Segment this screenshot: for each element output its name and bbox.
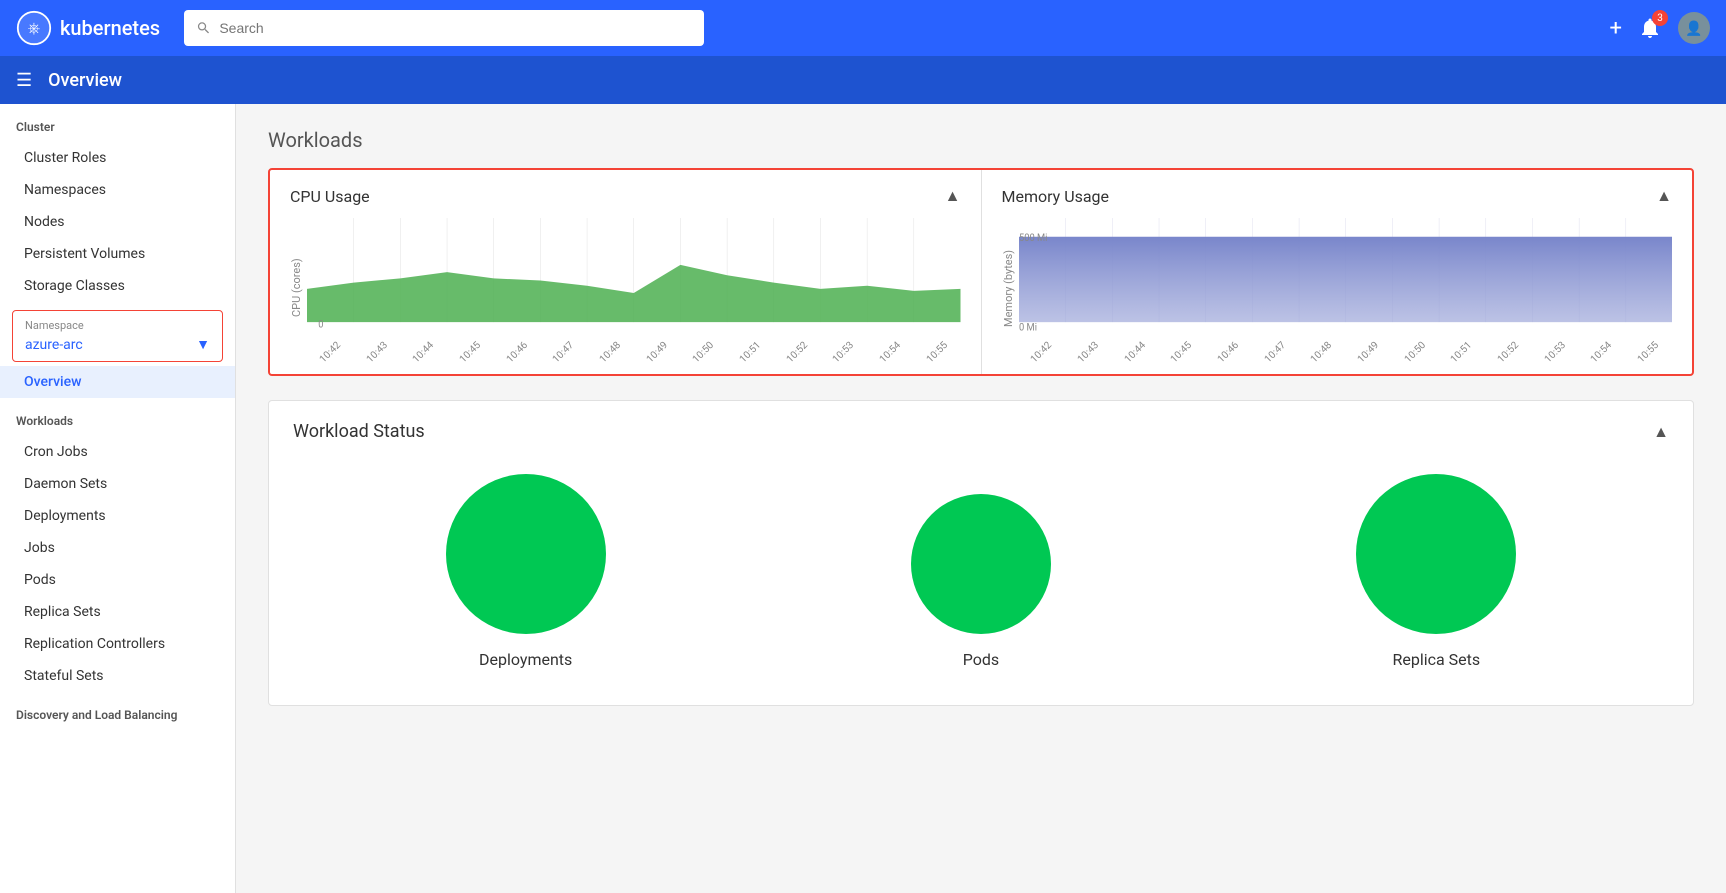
sidebar-item-cluster-roles[interactable]: Cluster Roles [0,142,235,174]
namespace-value[interactable]: azure-arc ▼ [25,336,210,353]
sidebar-item-cron-jobs[interactable]: Cron Jobs [0,436,235,468]
svg-text:👤: 👤 [1685,20,1702,37]
workload-status-title: Workload Status [293,421,425,442]
sidebar-item-stateful-sets[interactable]: Stateful Sets [0,660,235,692]
namespace-label: Namespace [25,319,210,332]
sidebar: Cluster Cluster Roles Namespaces Nodes P… [0,104,236,893]
deployments-label: Deployments [479,650,572,669]
cpu-chart-area: CPU (cores) [290,218,961,358]
pods-circle [911,494,1051,634]
sidebar-item-deployments[interactable]: Deployments [0,500,235,532]
cpu-chart-svg-wrap: 0 [307,218,961,343]
cpu-chart: CPU Usage ▲ CPU (cores) [270,170,982,374]
cpu-x-labels: 10:42 10:43 10:44 10:45 10:46 10:47 10:4… [307,343,961,358]
main-content: Workloads CPU Usage ▲ CPU (cores) [236,104,1726,893]
sidebar-item-namespaces[interactable]: Namespaces [0,174,235,206]
cpu-chart-collapse-button[interactable]: ▲ [945,186,961,206]
body-layout: Cluster Cluster Roles Namespaces Nodes P… [0,104,1726,893]
svg-text:⎈: ⎈ [28,18,41,37]
notification-badge: 3 [1652,10,1668,26]
topbar-actions: + 3 👤 [1610,12,1710,44]
cpu-chart-title: CPU Usage [290,187,370,206]
replica-sets-circle [1356,474,1516,634]
memory-chart-header: Memory Usage ▲ [1002,186,1673,206]
workload-status-panel: Workload Status ▲ Deployments Pods Repli… [268,400,1694,706]
user-icon: 👤 [1678,12,1710,44]
sidebar-item-storage-classes[interactable]: Storage Classes [0,270,235,302]
cpu-chart-header: CPU Usage ▲ [290,186,961,206]
charts-panel: CPU Usage ▲ CPU (cores) [268,168,1694,376]
cluster-section-label: Cluster [0,104,235,142]
sidebar-item-nodes[interactable]: Nodes [0,206,235,238]
sidebar-item-persistent-volumes[interactable]: Persistent Volumes [0,238,235,270]
sidebar-item-pods[interactable]: Pods [0,564,235,596]
pods-label: Pods [963,650,999,669]
sidebar-item-daemon-sets[interactable]: Daemon Sets [0,468,235,500]
memory-chart-collapse-button[interactable]: ▲ [1656,186,1672,206]
memory-chart-area: Memory (bytes) [1002,218,1673,358]
workload-status-collapse-button[interactable]: ▲ [1653,422,1669,442]
notification-button[interactable]: 3 [1638,16,1662,40]
search-icon [196,20,211,36]
status-item-deployments: Deployments [446,474,606,669]
memory-chart: Memory Usage ▲ Memory (bytes) [982,170,1693,374]
memory-chart-inner: 500 Mi 0 Mi 10:42 10:43 10:44 10:45 10:4… [1019,218,1673,358]
svg-text:0: 0 [318,319,323,331]
workload-status-header: Workload Status ▲ [293,421,1669,442]
search-input[interactable] [219,20,692,36]
add-button[interactable]: + [1610,16,1622,41]
app-logo: ⎈ kubernetes [16,10,160,46]
sidebar-item-overview[interactable]: Overview [0,366,235,398]
cpu-chart-inner: 0 10:42 10:43 10:44 10:45 10:46 10:47 10… [307,218,961,358]
discovery-section-label: Discovery and Load Balancing [0,692,235,730]
workloads-section-label: Workloads [0,398,235,436]
namespace-selector[interactable]: Namespace azure-arc ▼ [12,310,223,362]
status-circles: Deployments Pods Replica Sets [293,466,1669,685]
memory-chart-title: Memory Usage [1002,187,1110,206]
menu-button[interactable]: ☰ [16,70,32,91]
svg-text:0 Mi: 0 Mi [1019,322,1037,334]
memory-x-labels: 10:42 10:43 10:44 10:45 10:46 10:47 10:4… [1019,343,1673,358]
memory-chart-svg-wrap: 500 Mi 0 Mi [1019,218,1673,343]
sidebar-item-jobs[interactable]: Jobs [0,532,235,564]
deployments-circle [446,474,606,634]
replica-sets-label: Replica Sets [1392,650,1480,669]
memory-y-label: Memory (bytes) [1002,218,1015,358]
kubernetes-icon: ⎈ [16,10,52,46]
workloads-section-title: Workloads [268,128,1694,152]
status-item-replica-sets: Replica Sets [1356,474,1516,669]
subheader: ☰ Overview [0,56,1726,104]
svg-text:500 Mi: 500 Mi [1019,232,1047,244]
cpu-y-label: CPU (cores) [290,218,303,358]
sidebar-item-replica-sets[interactable]: Replica Sets [0,596,235,628]
page-title: Overview [48,70,122,91]
namespace-chevron-icon: ▼ [196,336,210,353]
topbar: ⎈ kubernetes + 3 👤 [0,0,1726,56]
status-item-pods: Pods [911,494,1051,669]
user-button[interactable]: 👤 [1678,12,1710,44]
sidebar-item-replication-controllers[interactable]: Replication Controllers [0,628,235,660]
search-bar[interactable] [184,10,704,46]
